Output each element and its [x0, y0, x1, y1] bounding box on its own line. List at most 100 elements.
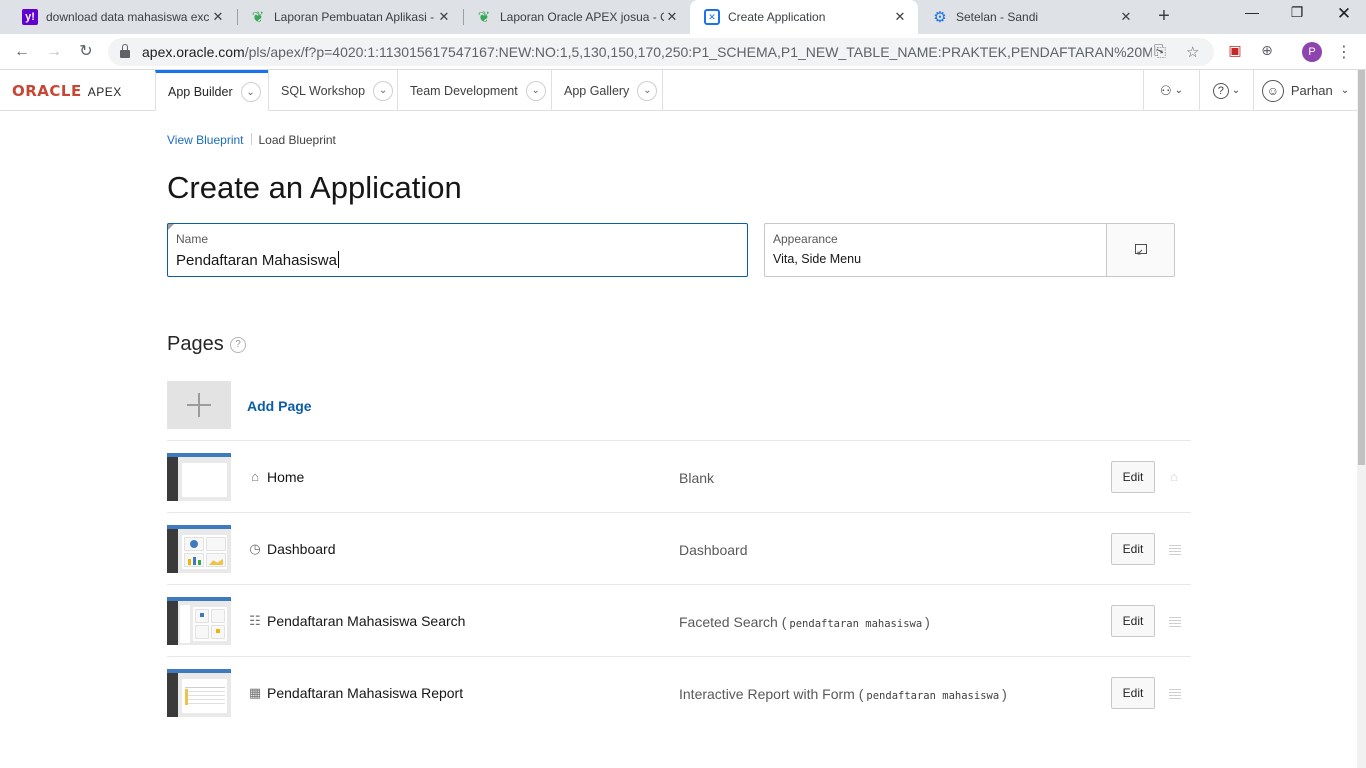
table-icon: ▦	[248, 685, 262, 700]
page-thumbnail	[167, 597, 231, 645]
browser-tab[interactable]: ⚙ Setelan - Sandi ✕	[918, 0, 1144, 34]
menu-sql-workshop[interactable]: SQL Workshop ⌄	[268, 70, 398, 111]
close-icon[interactable]: ✕	[436, 9, 452, 25]
page-row: ◷ Dashboard Dashboard Edit	[167, 512, 1191, 584]
blueprint-links: View Blueprint Load Blueprint	[167, 133, 336, 147]
tab-title: Laporan Pembuatan Aplikasi -	[274, 10, 435, 24]
edit-button[interactable]: Edit	[1111, 677, 1155, 709]
tab-title: Create Application	[728, 10, 826, 24]
tab-title: Setelan - Sandi	[956, 10, 1039, 24]
add-page-tile[interactable]	[167, 381, 231, 429]
view-blueprint-link[interactable]: View Blueprint	[167, 133, 244, 147]
restore-icon[interactable]: ❐	[1277, 4, 1317, 28]
search-list-icon: ☷	[249, 613, 261, 628]
help-menu-button[interactable]: ? ⌄	[1199, 70, 1253, 111]
name-label: Name	[176, 232, 209, 246]
oracle-apex-logo[interactable]: ORACLE APEX	[12, 82, 122, 101]
appearance-field[interactable]: Appearance Vita, Side Menu	[764, 223, 1108, 277]
tab-title: Laporan Oracle APEX josua - O	[500, 10, 664, 24]
user-avatar-icon: ☺	[1261, 79, 1284, 102]
yahoo-icon: y!	[22, 9, 38, 25]
translate-icon[interactable]: ⎘	[1154, 43, 1166, 60]
star-icon[interactable]: ☆	[1186, 43, 1199, 61]
page-type: Interactive Report with Form (pendaftara…	[679, 686, 1007, 702]
forward-icon[interactable]: →	[42, 40, 66, 64]
drag-handle-icon[interactable]	[1169, 545, 1181, 557]
gauge-icon: ◷	[249, 541, 261, 556]
browser-tab-active[interactable]: ✕ Create Application ✕	[690, 0, 918, 34]
new-tab-button[interactable]: +	[1152, 5, 1176, 29]
menu-label: SQL Workshop	[281, 83, 366, 98]
drag-handle-icon[interactable]	[1169, 689, 1181, 701]
close-icon[interactable]: ✕	[210, 9, 226, 25]
close-icon[interactable]: ✕	[1118, 9, 1134, 25]
page-thumbnail	[167, 525, 231, 573]
close-icon[interactable]: ✕	[664, 9, 680, 25]
source-table: pendaftaran mahasiswa	[789, 618, 923, 630]
browser-tab[interactable]: ❦ Laporan Oracle APEX josua - O ✕	[462, 0, 690, 34]
page-name: ☷ Pendaftaran Mahasiswa Search	[247, 613, 465, 629]
home-page-icon: ⌂	[1170, 469, 1178, 484]
window-close-icon[interactable]: ✕	[1324, 4, 1364, 28]
page-title: Create an Application	[167, 170, 462, 205]
chevron-down-icon: ⌄	[1340, 85, 1350, 96]
scrollbar-thumb[interactable]	[1358, 70, 1365, 465]
menu-app-builder[interactable]: App Builder ⌄	[155, 70, 268, 111]
url-text: apex.oracle.com/pls/apex/f?p=4020:1:1130…	[142, 44, 1152, 60]
browser-toolbar: ← → ↻ apex.oracle.com/pls/apex/f?p=4020:…	[0, 34, 1366, 70]
edit-button[interactable]: Edit	[1111, 533, 1155, 565]
user-name: Parhan	[1290, 83, 1333, 98]
appearance-label: Appearance	[773, 232, 838, 246]
profile-avatar[interactable]: P	[1302, 42, 1322, 62]
edit-button[interactable]: Edit	[1111, 605, 1155, 637]
page-scrollbar[interactable]	[1357, 70, 1366, 768]
apex-header: ORACLE APEX App Builder ⌄ SQL Workshop ⌄ …	[0, 70, 1366, 111]
chevron-down-icon[interactable]: ⌄	[525, 80, 546, 101]
minimize-icon[interactable]: —	[1232, 4, 1272, 28]
page-type: Faceted Search (pendaftaran mahasiswa)	[679, 614, 930, 630]
extension-icon[interactable]: ▣	[1225, 42, 1245, 62]
page-row: ▦ Pendaftaran Mahasiswa Report Interacti…	[167, 656, 1191, 728]
user-menu-button[interactable]: ☺ Parhan ⌄	[1253, 70, 1357, 111]
chevron-down-icon: ⌄	[1174, 85, 1184, 96]
leaf-icon: ❦	[251, 9, 265, 26]
close-icon[interactable]: ✕	[892, 9, 908, 25]
page-row: ⌂ Home Blank Edit ⌂	[167, 440, 1191, 512]
address-bar[interactable]: apex.oracle.com/pls/apex/f?p=4020:1:1130…	[108, 38, 1214, 66]
leaf-icon: ❦	[477, 9, 491, 26]
menu-app-gallery[interactable]: App Gallery ⌄	[551, 70, 663, 111]
apex-icon: ✕	[704, 9, 720, 25]
source-table: pendaftaran mahasiswa	[866, 690, 1000, 702]
text-caret	[337, 251, 339, 268]
kebab-menu-icon[interactable]: ⋮	[1334, 42, 1354, 62]
add-page-button[interactable]: Add Page	[247, 398, 312, 414]
browser-tab-strip: y! download data mahasiswa exc ✕ ❦ Lapor…	[0, 0, 1366, 34]
menu-team-development[interactable]: Team Development ⌄	[397, 70, 551, 111]
browser-tab[interactable]: ❦ Laporan Pembuatan Aplikasi - ✕	[236, 0, 462, 34]
drag-handle-icon[interactable]	[1169, 617, 1181, 629]
user-settings-icon: ⚇	[1159, 82, 1172, 98]
home-icon: ⌂	[251, 469, 259, 484]
edit-button[interactable]: Edit	[1111, 461, 1155, 493]
page-type: Dashboard	[679, 542, 748, 558]
chevron-down-icon[interactable]: ⌄	[373, 80, 394, 101]
load-blueprint-link[interactable]: Load Blueprint	[259, 133, 336, 147]
browser-tab[interactable]: y! download data mahasiswa exc ✕	[8, 0, 236, 34]
chevron-down-icon[interactable]: ⌄	[637, 80, 658, 101]
back-icon[interactable]: ←	[10, 40, 34, 64]
admin-menu-button[interactable]: ⚇ ⌄	[1143, 70, 1199, 111]
globe-icon[interactable]: ⊕	[1257, 42, 1277, 62]
help-icon[interactable]: ?	[230, 337, 246, 353]
menu-label: Team Development	[410, 83, 518, 98]
chevron-down-icon[interactable]: ⌄	[240, 82, 261, 102]
name-field[interactable]: Name Pendaftaran Mahasiswa	[167, 223, 748, 277]
pages-section-title: Pages	[167, 333, 224, 355]
name-input[interactable]: Pendaftaran Mahasiswa	[176, 251, 339, 269]
reload-icon[interactable]: ↻	[74, 40, 98, 64]
page-thumbnail	[167, 669, 231, 717]
gear-icon: ⚙	[933, 9, 947, 26]
appearance-settings-button[interactable]	[1106, 223, 1175, 277]
page-thumbnail	[167, 453, 231, 501]
page-type: Blank	[679, 470, 715, 486]
chevron-down-icon: ⌄	[1231, 85, 1241, 96]
